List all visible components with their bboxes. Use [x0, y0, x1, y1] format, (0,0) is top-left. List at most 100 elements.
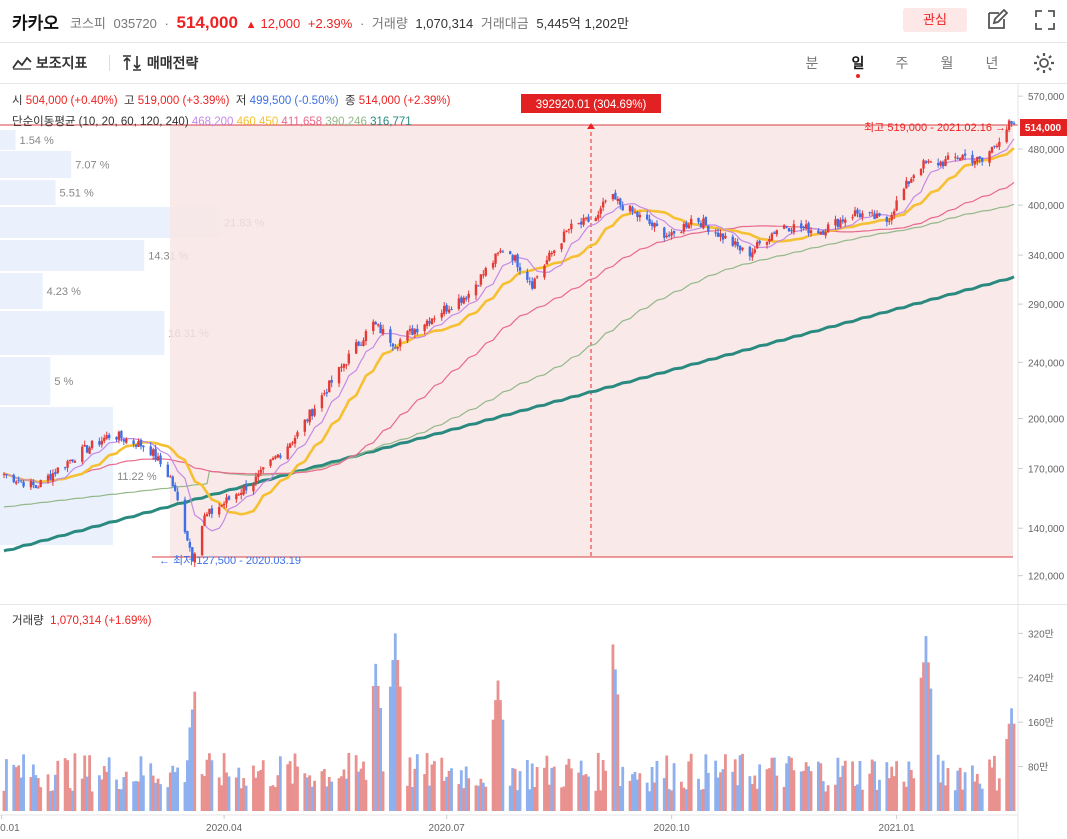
stock-name: 카카오	[12, 14, 59, 33]
candle-body	[465, 297, 468, 300]
candle-body	[782, 225, 786, 229]
volume-profile-bar	[0, 130, 16, 150]
buy-sell-icon	[123, 55, 141, 71]
edit-icon[interactable]	[986, 9, 1008, 31]
y-tick-label: 120,000	[1028, 572, 1065, 583]
candle-body	[963, 153, 967, 156]
volume-bar	[909, 769, 913, 811]
volume-bar	[398, 686, 402, 811]
candle-body	[183, 499, 187, 533]
candle-body	[394, 347, 397, 349]
volume-bar	[276, 775, 280, 811]
volume-tick-label: 240만	[1028, 673, 1054, 685]
volume-bars	[2, 633, 1016, 811]
volume-bar	[731, 771, 735, 811]
volume-bar	[613, 669, 617, 811]
current-price-tag-text: 514,000	[1025, 123, 1062, 134]
candle-body	[100, 440, 104, 445]
candle-body	[425, 320, 429, 327]
candle-body	[176, 491, 179, 501]
price-change-pct: +2.39%	[307, 16, 353, 31]
volume-bar	[878, 779, 881, 811]
volume-bar	[396, 659, 400, 811]
volume-bar	[154, 782, 158, 811]
volume-bar	[670, 790, 674, 811]
candle-body	[939, 161, 942, 166]
volume-bar	[256, 771, 260, 811]
volume-profile-label: 4.23 %	[47, 286, 81, 298]
volume-bar	[650, 766, 654, 811]
candle-body	[582, 217, 585, 225]
volume-bar	[552, 766, 556, 811]
candle-body	[773, 232, 776, 234]
volume-bar	[340, 776, 343, 811]
candle-body	[704, 217, 708, 225]
candle-body	[408, 329, 412, 332]
indicator-button[interactable]: 보조지표	[12, 53, 87, 73]
volume-profile-bar	[0, 273, 43, 309]
period-minute-tab[interactable]: 분	[802, 53, 822, 73]
volume-bar	[71, 790, 74, 811]
volume-bar	[36, 778, 40, 811]
candle-body	[868, 212, 871, 214]
fullscreen-icon[interactable]	[1034, 9, 1056, 31]
period-month-tab[interactable]: 월	[937, 53, 957, 73]
candle-body	[479, 274, 483, 285]
candle-body	[73, 461, 77, 463]
candle-body	[839, 220, 842, 228]
volume-bar	[239, 788, 243, 811]
volume-bar	[308, 775, 312, 811]
volume-bar	[772, 757, 776, 811]
candle-body	[663, 227, 666, 238]
x-tick-label: 2020.04	[206, 823, 243, 834]
candle-body	[702, 218, 705, 229]
price-chart[interactable]: 1.54 %7.07 %5.51 %21.83 %14.31 %4.23 %16…	[0, 84, 1067, 839]
volume-bar	[88, 755, 91, 811]
period-year-tab[interactable]: 년	[982, 53, 1002, 73]
candle-body	[188, 542, 192, 548]
volume-bar	[22, 754, 25, 811]
volume-bar	[29, 777, 33, 811]
volume-bar	[274, 787, 277, 811]
period-week-tab[interactable]: 주	[892, 53, 912, 73]
volume-bar	[176, 767, 180, 811]
volume-bar	[188, 727, 192, 811]
volume-bar	[611, 644, 615, 811]
volume-bar	[430, 764, 434, 811]
stock-meta: 코스피 035720 · 514,000 ▲ 12,000 +2.39% · 거래…	[70, 13, 633, 33]
low-annotation: ← 최저 127,500 - 2020.03.19	[159, 554, 301, 567]
candle-body	[237, 494, 240, 496]
candle-body	[655, 223, 659, 227]
volume-bar	[895, 761, 899, 811]
candle-body	[85, 445, 89, 453]
candle-body	[159, 455, 162, 465]
volume-bar	[758, 764, 762, 811]
candle-body	[288, 443, 292, 448]
volume-bar	[802, 770, 806, 811]
gear-icon[interactable]	[1033, 52, 1055, 74]
volume-bar	[220, 785, 224, 811]
volume-bar	[1010, 708, 1013, 811]
volume-bar	[702, 789, 705, 811]
volume-label: 거래량	[371, 16, 408, 31]
volume-bar	[716, 777, 720, 811]
favorite-button[interactable]: 관심	[903, 8, 967, 32]
strategy-button[interactable]: 매매전략	[121, 53, 198, 73]
volume-bar	[100, 779, 104, 811]
volume-bar	[635, 779, 639, 811]
volume-bar	[633, 771, 637, 811]
volume-profile-label: 7.07 %	[75, 160, 109, 172]
candle-body	[910, 179, 913, 183]
volume-bar	[750, 784, 754, 811]
volume-bar	[562, 786, 566, 811]
volume-bar	[12, 764, 16, 811]
period-day-tab[interactable]: 일	[848, 53, 868, 73]
candle-body	[890, 214, 893, 221]
volume-bar	[271, 785, 275, 811]
candle-body	[345, 364, 348, 366]
volume-bar	[354, 755, 358, 811]
volume-bar	[741, 753, 744, 811]
candle-body	[68, 459, 72, 461]
volume-bar	[958, 767, 962, 811]
volume-bar	[442, 780, 446, 811]
